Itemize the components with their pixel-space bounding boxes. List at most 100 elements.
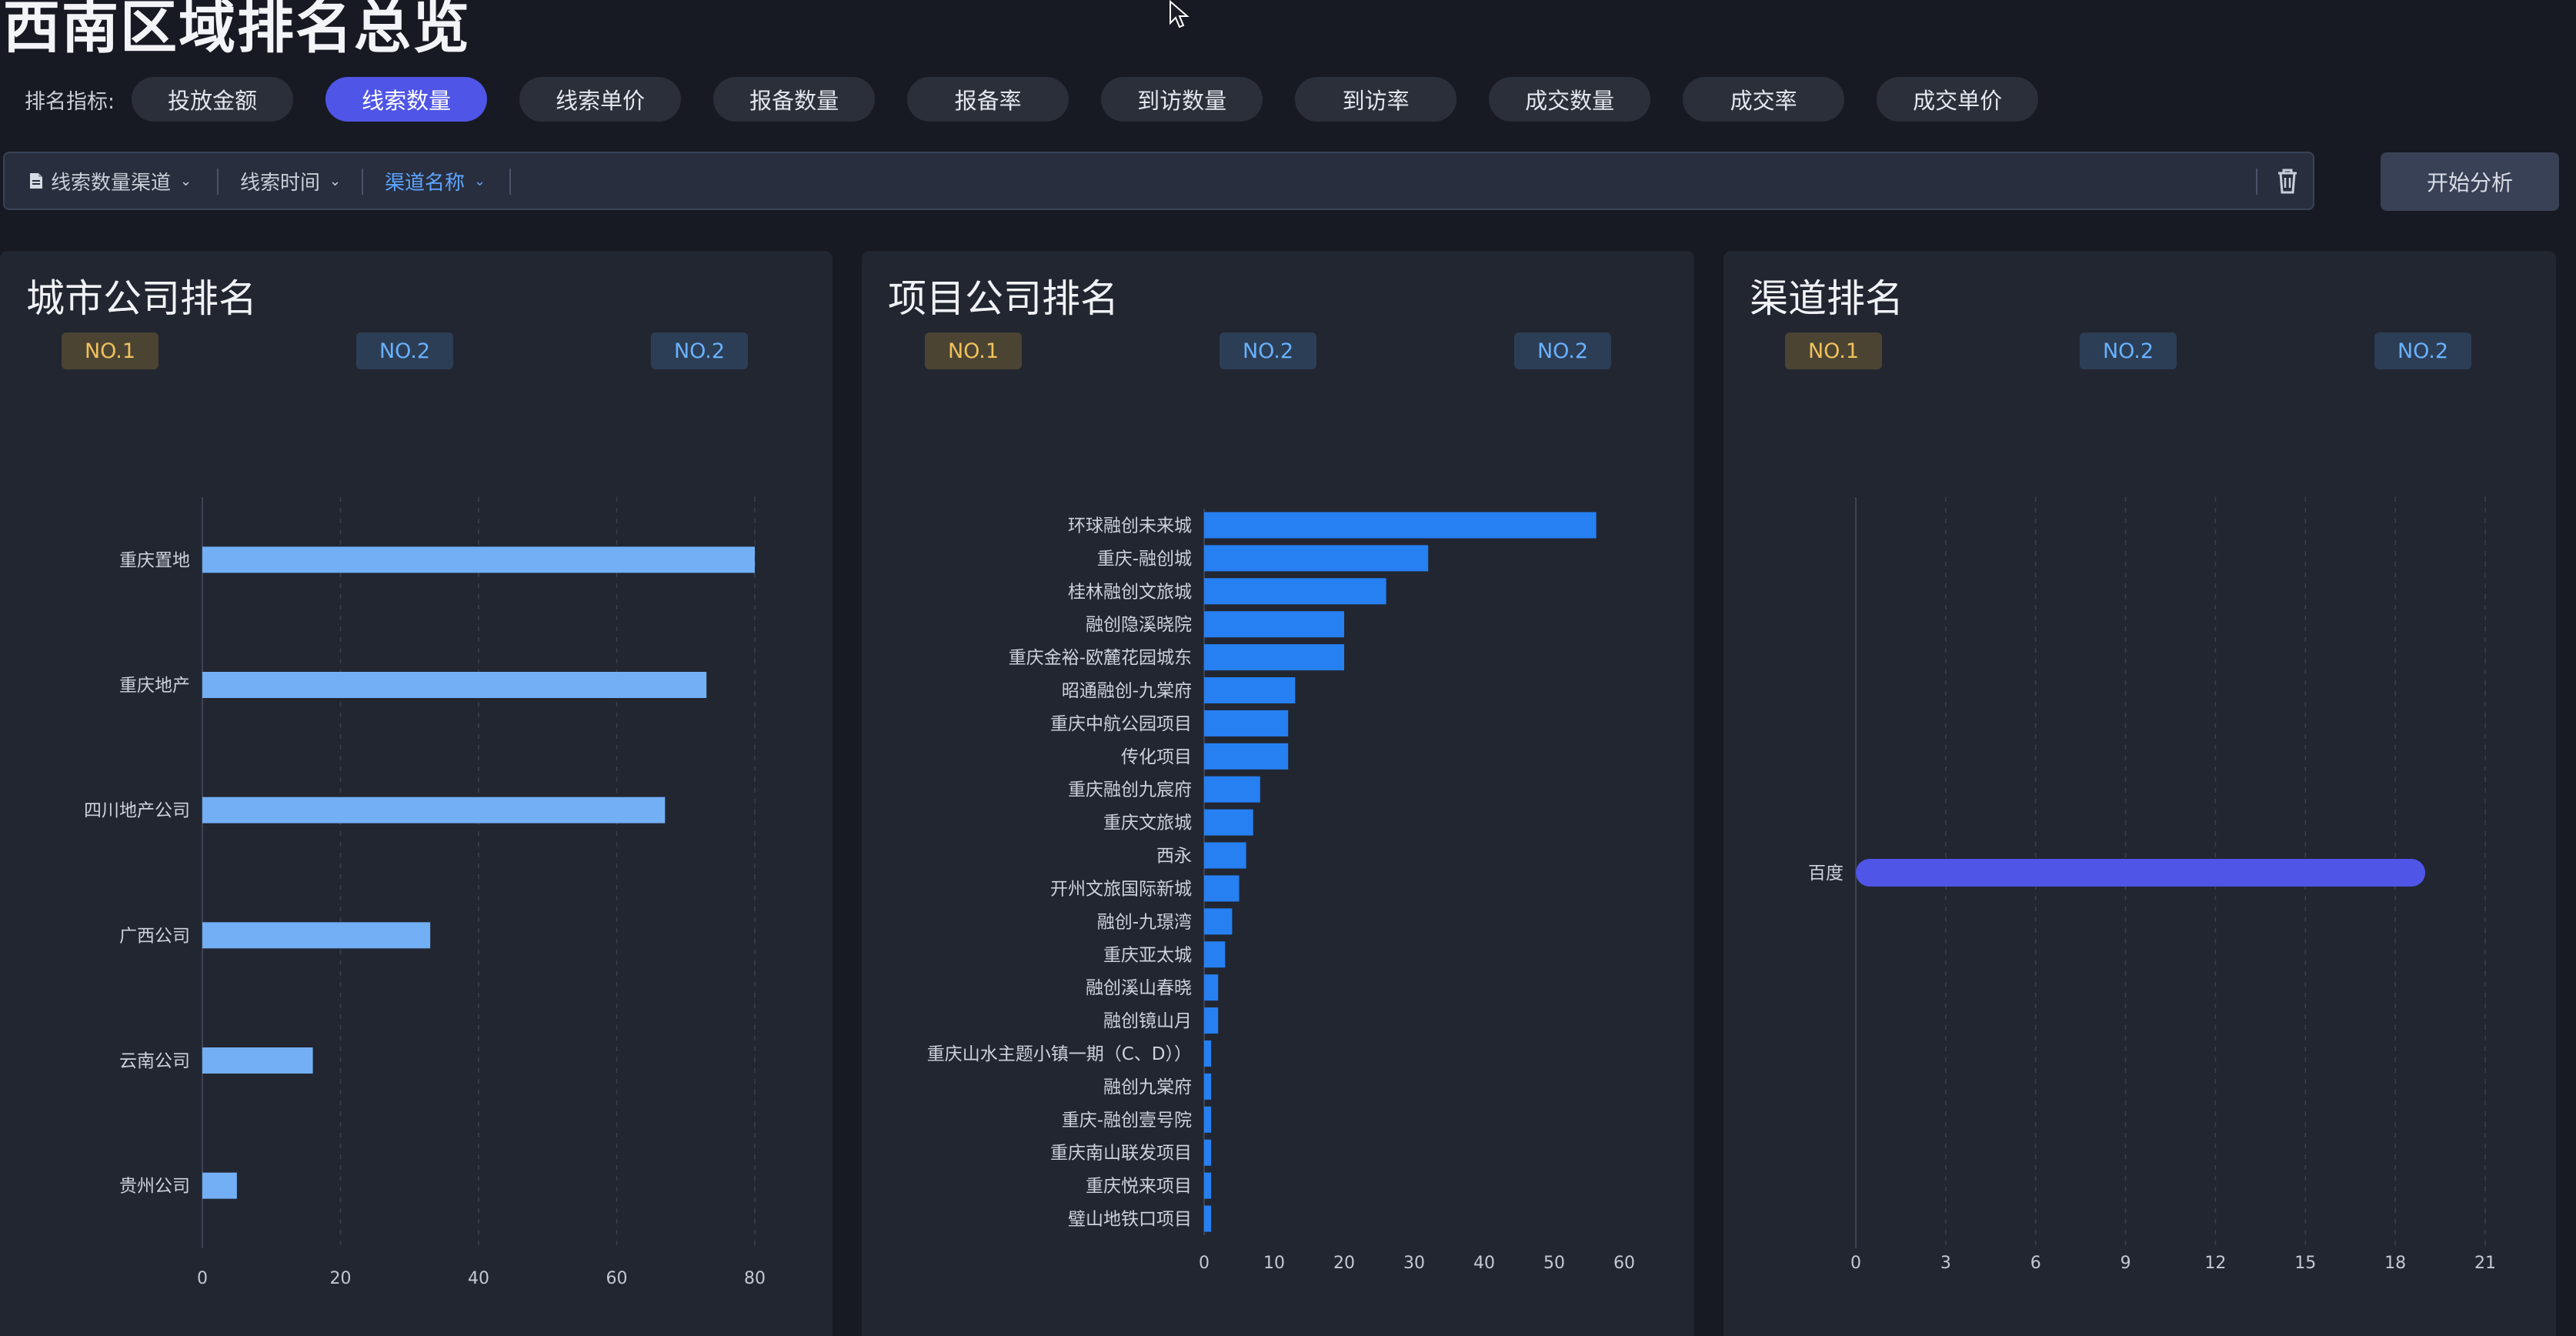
- metric-button-visit-count[interactable]: 到访数量: [1101, 77, 1263, 122]
- metric-button-report-rate[interactable]: 报备率: [907, 77, 1069, 122]
- x-tick-label: 12: [2204, 1254, 2226, 1273]
- bar[interactable]: [1204, 578, 1386, 605]
- category-label: 重庆南山联发项目: [1050, 1144, 1192, 1164]
- filter-lead-channel-label: 线索数量渠道: [51, 171, 172, 195]
- x-tick-label: 20: [1333, 1254, 1355, 1273]
- page-title: 西南区域排名总览: [3, 0, 471, 61]
- x-tick-label: 6: [2030, 1254, 2041, 1273]
- x-tick-label: 10: [1263, 1254, 1285, 1273]
- bar[interactable]: [1204, 974, 1219, 1001]
- divider: [362, 169, 363, 195]
- bar[interactable]: [1204, 512, 1597, 539]
- category-label: 融创-九璟湾: [1097, 912, 1192, 932]
- bar[interactable]: [202, 546, 755, 573]
- bar[interactable]: [202, 797, 666, 823]
- divider: [509, 169, 511, 195]
- category-label: 四川地产公司: [84, 801, 190, 821]
- category-label: 重庆中航公园项目: [1050, 714, 1192, 734]
- filter-channel-name[interactable]: 渠道名称 ⌄: [385, 153, 486, 209]
- channel-ranking-chart: 0 3 6 9 12 15 18 21 百度: [1808, 497, 2496, 1273]
- metric-button-lead-count[interactable]: 线索数量: [325, 77, 488, 122]
- x-tick-label: 80: [744, 1269, 766, 1288]
- category-label: 传化项目: [1121, 747, 1192, 767]
- category-label: 重庆-融创壹号院: [1062, 1111, 1192, 1131]
- category-label: 融创镜山月: [1103, 1011, 1192, 1031]
- bar[interactable]: [1204, 776, 1260, 803]
- metric-button-visit-rate[interactable]: 到访率: [1295, 77, 1457, 122]
- bar[interactable]: [1204, 710, 1289, 736]
- x-tick-label: 0: [1850, 1254, 1861, 1273]
- bar[interactable]: [1204, 644, 1344, 671]
- metric-button-deal-count[interactable]: 成交数量: [1489, 77, 1651, 122]
- bar[interactable]: [1856, 859, 2426, 887]
- category-label: 重庆文旅城: [1103, 813, 1192, 833]
- bar[interactable]: [1204, 743, 1289, 770]
- bar[interactable]: [1204, 545, 1429, 572]
- bar[interactable]: [1204, 1139, 1212, 1166]
- bar[interactable]: [1204, 875, 1240, 902]
- metric-label: 排名指标:: [25, 89, 115, 114]
- metric-button-deal-rate[interactable]: 成交率: [1683, 77, 1845, 122]
- bar[interactable]: [1204, 842, 1246, 869]
- project-ranking-chart: 0 10 20 30 40 50 60 环球融创未来城重庆-融创城桂林融创文旅城融创隐溪晓院重…: [927, 509, 1635, 1273]
- panel-city-ranking: 城市公司排名 NO.1 NO.2 NO.2 0 20 40 60 80 重庆置地 重庆地产四…: [0, 251, 833, 1336]
- metric-button-report-count[interactable]: 报备数量: [713, 77, 876, 122]
- bar[interactable]: [202, 922, 431, 949]
- x-tick-label: 21: [2474, 1254, 2496, 1273]
- metric-button-lead-unit-price[interactable]: 线索单价: [519, 77, 682, 122]
- panel-channel-ranking: 渠道排名 NO.1 NO.2 NO.2 0 3 6 9 12 15 18 21 百度: [1723, 251, 2556, 1336]
- category-label: 重庆亚太城: [1103, 945, 1192, 965]
- x-tick-label: 30: [1403, 1254, 1425, 1273]
- x-tick-label: 40: [1473, 1254, 1495, 1273]
- bar[interactable]: [1204, 1073, 1212, 1100]
- category-label: 璧山地铁口项目: [1068, 1210, 1192, 1230]
- category-label: 桂林融创文旅城: [1068, 582, 1192, 602]
- filter-bar: 线索数量渠道 ⌄ 线索时间 ⌄ 渠道名称 ⌄: [3, 152, 2314, 210]
- bar[interactable]: [202, 672, 707, 698]
- x-tick-label: 9: [2121, 1254, 2131, 1273]
- category-label: 开州文旅国际新城: [1050, 879, 1192, 899]
- category-label: 广西公司: [119, 926, 190, 946]
- trash-icon[interactable]: [2274, 167, 2301, 195]
- bar[interactable]: [1204, 941, 1226, 968]
- bar[interactable]: [1204, 1106, 1212, 1133]
- x-tick-label: 0: [197, 1269, 208, 1288]
- x-tick-label: 50: [1543, 1254, 1565, 1273]
- bar[interactable]: [1204, 908, 1233, 935]
- category-label: 重庆山水主题小镇一期（C、D））: [927, 1044, 1192, 1064]
- category-label: 贵州公司: [119, 1177, 190, 1197]
- category-label: 重庆融创九宸府: [1068, 780, 1192, 800]
- category-label: 百度: [1808, 863, 1844, 883]
- panel-project-ranking: 项目公司排名 NO.1 NO.2 NO.2 0 10 20 30 40 50 60 环球融创未…: [862, 251, 1694, 1336]
- bar[interactable]: [1204, 809, 1253, 836]
- x-tick-label: 20: [330, 1269, 352, 1288]
- category-label: 重庆悦来项目: [1086, 1177, 1192, 1197]
- bar[interactable]: [202, 1047, 313, 1074]
- filter-lead-time[interactable]: 线索时间 ⌄: [240, 153, 341, 209]
- bar[interactable]: [1204, 611, 1344, 638]
- bar[interactable]: [1204, 1007, 1219, 1034]
- category-label: 融创九棠府: [1103, 1077, 1192, 1097]
- metric-button-deal-unit-price[interactable]: 成交单价: [1877, 77, 2039, 122]
- metric-button-investment[interactable]: 投放金额: [132, 77, 294, 122]
- filter-lead-channel[interactable]: 线索数量渠道 ⌄: [29, 153, 192, 209]
- bar[interactable]: [202, 1172, 237, 1199]
- start-analysis-button[interactable]: 开始分析: [2381, 152, 2559, 211]
- app-root: 西南区域排名总览 排名指标: 投放金额 线索数量 线索单价 报备数量 报备率 到…: [0, 0, 2576, 1336]
- category-label: 西永: [1156, 847, 1192, 867]
- category-label: 环球融创未来城: [1068, 516, 1192, 536]
- bar[interactable]: [1204, 677, 1296, 703]
- x-tick-label: 60: [606, 1269, 628, 1288]
- x-tick-label: 18: [2384, 1254, 2406, 1273]
- category-label: 重庆地产: [119, 676, 190, 696]
- metric-selector: 排名指标: 投放金额 线索数量 线索单价 报备数量 报备率 到访数量 到访率 成…: [25, 77, 2070, 122]
- bar[interactable]: [1204, 1040, 1212, 1067]
- category-label: 融创溪山春晓: [1086, 978, 1192, 998]
- category-label: 重庆置地: [119, 550, 190, 570]
- category-label: 昭通融创-九棠府: [1062, 681, 1192, 701]
- divider: [217, 169, 219, 195]
- divider: [2256, 169, 2257, 195]
- bar[interactable]: [1204, 1205, 1212, 1232]
- filter-lead-time-label: 线索时间: [240, 171, 321, 195]
- bar[interactable]: [1204, 1172, 1212, 1199]
